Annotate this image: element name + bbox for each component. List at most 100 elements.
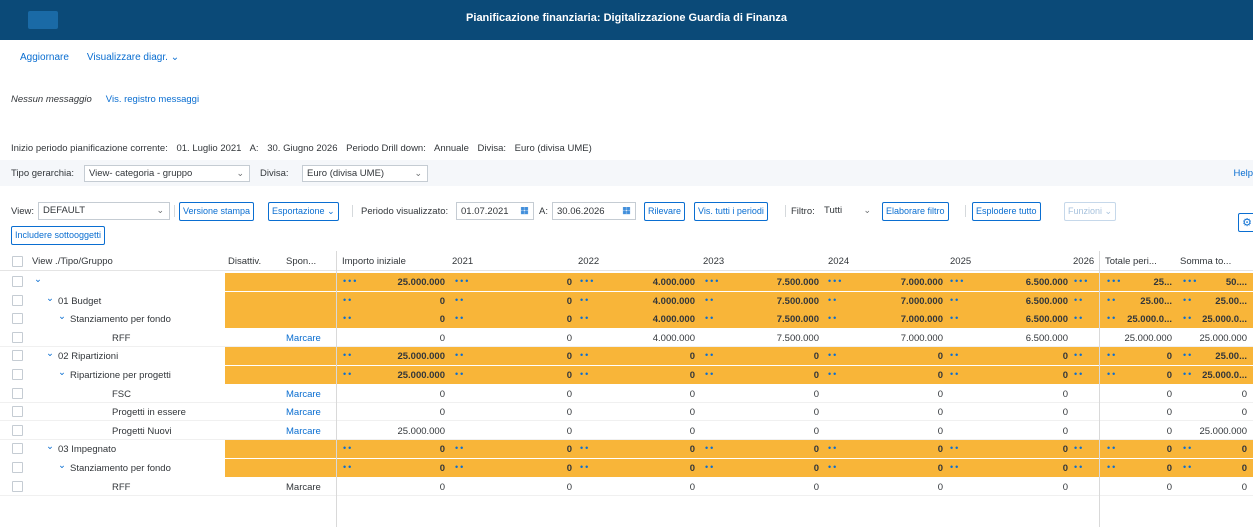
cell-initial[interactable]: 25.000.000 [397,426,445,437]
col-initial[interactable]: Importo iniziale [342,256,406,267]
expand-icon[interactable]: ⌄ [58,367,66,378]
filter-select[interactable]: Tutti ⌄ [819,202,877,220]
cell-y2021[interactable]: 0 [567,314,572,325]
expand-icon[interactable]: ⌄ [58,311,66,322]
cell-initial[interactable]: 0 [440,444,445,455]
cell-y2024[interactable]: 7.000.000 [901,314,943,325]
cell-y2024[interactable]: 7.000.000 [901,296,943,307]
table-row[interactable]: Progetti Nuovi Marcare 25.000.000 0 0 0 0 0 0 25.… [0,422,1253,440]
cell-y2022[interactable]: 0 [690,444,695,455]
cell-y2024[interactable]: 0 [938,407,943,418]
cell-sum[interactable]: 0 [1242,407,1247,418]
expand-icon[interactable]: ⌄ [34,274,42,285]
cell-y2022[interactable]: 0 [690,370,695,381]
refresh-button[interactable]: Aggiornare [20,52,69,66]
cell-y2024[interactable]: 7.000.000 [901,277,943,288]
cell-y2022[interactable]: 4.000.000 [653,296,695,307]
cell-sum[interactable]: 25.000.0... [1202,370,1247,381]
cell-sum[interactable]: 25.00... [1215,351,1247,362]
cell-total[interactable]: 25.000.000 [1124,333,1172,344]
cell-y2021[interactable]: 0 [567,407,572,418]
print-version-button[interactable]: Versione stampa [179,202,255,221]
cell-y2022[interactable]: 4.000.000 [653,314,695,325]
col-2025[interactable]: 2025 [950,256,971,267]
cell-y2021[interactable]: 0 [567,351,572,362]
calendar-icon[interactable]: ▦ [520,205,529,216]
cell-y2025[interactable]: 0 [1063,482,1068,493]
cell-sum[interactable]: 25.000.0... [1202,314,1247,325]
cell-initial[interactable]: 0 [440,389,445,400]
cell-y2024[interactable]: 0 [938,482,943,493]
row-checkbox[interactable] [12,331,23,343]
cell-y2021[interactable]: 0 [567,426,572,437]
cell-y2021[interactable]: 0 [567,444,572,455]
col-2023[interactable]: 2023 [703,256,724,267]
col-2026[interactable]: 2026 [1073,256,1094,267]
mark-link[interactable]: Marcare [286,426,321,437]
table-row[interactable]: ⌄ Stanziamento per fondo 0 0 4.000.000 7.500.… [0,310,1253,329]
show-message-log-link[interactable]: Vis. registro messaggi [106,94,199,105]
expand-icon[interactable]: ⌄ [58,460,66,471]
cell-y2025[interactable]: 0 [1063,370,1068,381]
expand-icon[interactable]: ⌄ [46,348,54,359]
cell-initial[interactable]: 0 [440,296,445,307]
cell-y2022[interactable]: 0 [690,407,695,418]
cell-y2021[interactable]: 0 [567,482,572,493]
cell-initial[interactable]: 25.000.000 [397,351,445,362]
display-chart-menu[interactable]: Visualizzare diagr. ⌄ [87,52,179,66]
col-total-period[interactable]: Totale peri... [1105,256,1157,267]
period-to-input[interactable]: 30.06.2026 ▦ [552,202,636,220]
cell-sum[interactable]: 25.00... [1215,296,1247,307]
cell-y2022[interactable]: 0 [690,389,695,400]
cell-y2025[interactable]: 0 [1063,389,1068,400]
cell-sum[interactable]: 0 [1242,444,1247,455]
cell-total[interactable]: 0 [1167,463,1172,474]
cell-y2024[interactable]: 0 [938,444,943,455]
cell-initial[interactable]: 25.000.000 [397,277,445,288]
mark-link[interactable]: Marcare [286,333,321,344]
cell-y2023[interactable]: 0 [814,482,819,493]
row-checkbox[interactable] [12,369,23,380]
period-from-input[interactable]: 01.07.2021 ▦ [456,202,534,220]
cell-y2024[interactable]: 0 [938,389,943,400]
cell-initial[interactable]: 0 [440,314,445,325]
row-checkbox[interactable] [12,443,23,455]
row-checkbox[interactable] [12,480,23,492]
table-row[interactable]: ⌄ 03 Impegnato 0 0 0 0 0 0 0 0 •• •• •• •• •• •• •• •• •• [0,440,1253,459]
cell-total[interactable]: 25... [1154,277,1173,288]
cell-y2023[interactable]: 0 [814,463,819,474]
col-2022[interactable]: 2022 [578,256,599,267]
cell-y2024[interactable]: 7.000.000 [901,333,943,344]
row-checkbox[interactable] [12,313,23,325]
col-2024[interactable]: 2024 [828,256,849,267]
row-checkbox[interactable] [12,462,23,473]
cell-y2024[interactable]: 0 [938,426,943,437]
cell-y2021[interactable]: 0 [567,389,572,400]
mark-link[interactable]: Marcare [286,389,321,400]
cell-total[interactable]: 0 [1167,426,1172,437]
cell-y2021[interactable]: 0 [567,463,572,474]
cell-total[interactable]: 0 [1167,444,1172,455]
col-deactivate[interactable]: Disattiv. [228,256,261,267]
cell-y2022[interactable]: 0 [690,426,695,437]
cell-initial[interactable]: 0 [440,333,445,344]
cell-total[interactable]: 0 [1167,370,1172,381]
cell-sum[interactable]: 0 [1242,463,1247,474]
cell-y2022[interactable]: 4.000.000 [653,277,695,288]
expand-icon[interactable]: ⌄ [46,441,54,452]
row-checkbox[interactable] [12,276,23,287]
detect-button[interactable]: Rilevare [644,202,686,221]
hierarchy-currency-select[interactable]: Euro (divisa UME) ⌄ [302,165,428,182]
functions-menu[interactable]: Funzioni ⌄ [1064,202,1117,221]
row-checkbox[interactable] [12,350,23,362]
cell-sum[interactable]: 0 [1242,389,1247,400]
cell-y2021[interactable]: 0 [567,333,572,344]
cell-y2025[interactable]: 0 [1063,351,1068,362]
cell-y2022[interactable]: 0 [690,463,695,474]
cell-y2023[interactable]: 0 [814,351,819,362]
cell-y2023[interactable]: 0 [814,389,819,400]
cell-y2024[interactable]: 0 [938,463,943,474]
cell-sum[interactable]: 50.... [1226,277,1247,288]
table-row[interactable]: RFF Marcare 0 0 4.000.000 7.500.000 7.000.000 6… [0,329,1253,347]
cell-y2023[interactable]: 7.500.000 [777,296,819,307]
